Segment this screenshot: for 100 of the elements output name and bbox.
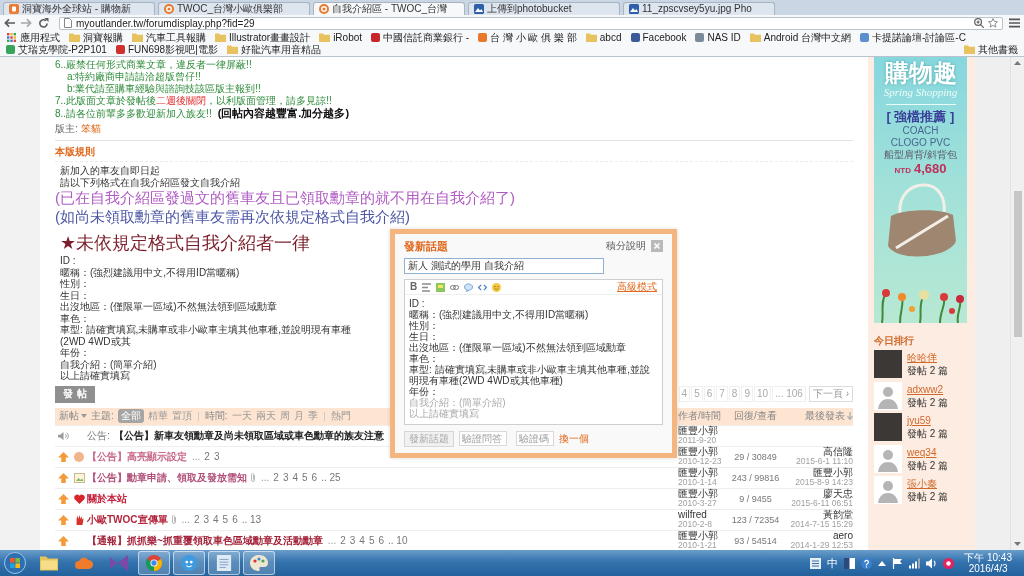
ime-indicator[interactable]: 中	[827, 557, 839, 569]
message-field[interactable]: ID : 暱稱：(強烈建議用中文,不得用ID當暱稱) 性別： 生日： 出沒地區：(僅限單一區域)不然無法領到區域勳章 車色： 車型: 請確實填寫,未購車或非小歐車主填其他車種,並說明現有車種(2WD 4WD或其他車種) 年份： 自我介紹：(簡單介紹) 以上請確實填寫	[405, 295, 662, 424]
code-icon[interactable]	[478, 282, 488, 292]
forward-icon[interactable]	[21, 18, 32, 28]
user-link[interactable]: weq34	[907, 445, 937, 459]
reload-icon[interactable]	[38, 18, 49, 28]
clock-date[interactable]: 2016/4/3	[968, 563, 1008, 574]
user-link[interactable]: adxww2	[907, 382, 944, 396]
user-link[interactable]: 張小秦	[907, 477, 937, 490]
bookmark[interactable]: Android 台灣中文網	[749, 31, 851, 44]
browser-tab[interactable]: 11_zpscvsey5yu.jpg Pho	[623, 2, 775, 15]
page-link[interactable]: 4	[292, 472, 299, 483]
bookmark[interactable]: NAS ID	[695, 31, 741, 44]
face-icon[interactable]	[180, 555, 198, 571]
page-link[interactable]: 2	[340, 535, 346, 546]
ribbon-icon[interactable]	[110, 555, 128, 571]
subject-field[interactable]: 新人 測試的學用 自我介紹	[404, 258, 604, 274]
refresh-captcha-link[interactable]: 換一個	[559, 431, 589, 446]
page-link[interactable]: 3	[349, 535, 356, 546]
page-link[interactable]: 2	[204, 451, 210, 462]
ad-banner[interactable]: 購物趣 Spring Shopping [ 強檔推薦 ] COACH CLOGO PVC 船型肩背/斜背包 NTD 4,680	[874, 57, 967, 323]
page-link[interactable]: 3	[203, 514, 209, 525]
filter-option[interactable]: 周	[279, 409, 290, 423]
page-link[interactable]: 2	[273, 472, 279, 483]
help-link[interactable]: 積分說明	[606, 239, 646, 253]
clock-time[interactable]: 下午 10:43	[964, 552, 1012, 563]
page-link[interactable]: 4	[213, 514, 219, 525]
bookmark[interactable]: 洞寶報購	[69, 31, 123, 44]
user-link[interactable]: 哈哈佯	[907, 351, 937, 364]
bookmark[interactable]: FUN698影視吧|電影	[115, 43, 218, 56]
color-swatch-icon[interactable]	[436, 282, 446, 292]
page-link[interactable]: 3	[282, 472, 289, 483]
cloud-icon[interactable]	[75, 555, 93, 571]
page-link[interactable]: 6	[378, 535, 384, 546]
filter-option[interactable]: 熱門	[330, 409, 351, 423]
browser-tab[interactable]: TWOC_台灣小歐俱樂部	[158, 2, 310, 15]
palette-icon[interactable]	[250, 555, 268, 571]
sort-column-header[interactable]: 最後發表	[805, 409, 853, 423]
menu-icon[interactable]	[1009, 18, 1020, 28]
bookmark[interactable]: iRobot	[319, 31, 363, 44]
thread-title-link[interactable]: 【公告】勳章申請、領取及發放需知	[87, 470, 247, 485]
last-poster-link[interactable]: 黃韵堂	[823, 510, 853, 520]
taskbar-button[interactable]	[208, 551, 240, 575]
link-icon[interactable]	[450, 282, 460, 292]
author-link[interactable]: 匯豐小郭	[678, 447, 718, 457]
volume-icon[interactable]	[926, 557, 938, 569]
filter-option[interactable]: 月	[293, 409, 304, 423]
page-link[interactable]: .. 13	[241, 514, 262, 525]
browser-tab[interactable]: 上傳到photobucket	[468, 2, 620, 15]
advanced-mode-link[interactable]: 高級模式	[617, 280, 657, 294]
bookmark[interactable]: 台 灣 小 歐 俱 樂 部	[478, 31, 577, 44]
page-link[interactable]: 6	[703, 386, 716, 402]
caret-up-icon[interactable]	[878, 560, 887, 566]
thread-title-link[interactable]: 【通報】抓抓樂~抓重覆領取車色區域勳章及活動勳章	[87, 533, 323, 548]
bookmark[interactable]: 卡提諾論壇-討論區-C	[860, 31, 966, 44]
moderator-link[interactable]: 笨貓	[80, 123, 101, 135]
scroll-up-icon[interactable]	[1014, 61, 1021, 65]
page-link[interactable]: 5	[368, 535, 375, 546]
page-link[interactable]: 4	[359, 535, 365, 546]
folder-icon[interactable]	[40, 555, 58, 571]
smiley-icon[interactable]	[492, 282, 502, 292]
answer-field[interactable]: 驗證問答	[459, 431, 507, 446]
author-link[interactable]: 匯豐小郭	[678, 531, 718, 541]
scrollbar-thumb[interactable]	[1013, 191, 1022, 337]
half-width-icon[interactable]	[844, 557, 856, 569]
author-link[interactable]: 匯豐小郭	[678, 468, 718, 478]
bold-button[interactable]: B	[410, 282, 418, 292]
author-link[interactable]: 匯豐小郭	[678, 489, 718, 499]
browser-tab[interactable]: 洞寶海外全球站 - 購物新	[3, 2, 155, 15]
star-icon[interactable]	[988, 18, 998, 28]
bookmark[interactable]: 中國信託商業銀行 -	[371, 31, 470, 44]
browser-icon[interactable]	[145, 555, 163, 571]
thread-title-link[interactable]: 關於本站	[87, 491, 127, 506]
author-link[interactable]: wilfred	[678, 510, 707, 520]
filter-option[interactable]: 季	[307, 409, 318, 423]
bookmark[interactable]: Illustrator畫畫設計	[215, 31, 311, 44]
thread-title-link[interactable]: 【公告】新車友領勳章及尚未領取區域或車色勳章的族友注意	[113, 428, 384, 443]
notepad-icon[interactable]	[215, 555, 233, 571]
filter-option[interactable]: 置頂	[171, 409, 192, 423]
taskbar-button[interactable]	[173, 551, 205, 575]
page-link[interactable]: 3	[213, 451, 220, 462]
start-button[interactable]	[4, 552, 26, 574]
taskbar-button[interactable]	[243, 551, 275, 575]
last-poster-link[interactable]: 廖天忠	[823, 489, 853, 499]
last-poster-link[interactable]: 高信隆	[823, 447, 853, 457]
bookmark[interactable]: 好龍汽車用音精品	[226, 43, 321, 56]
captcha-field[interactable]: 驗證碼	[516, 431, 554, 446]
text-lines-icon[interactable]	[422, 282, 432, 292]
taskbar-button[interactable]	[138, 551, 170, 575]
page-link[interactable]: .. 10	[388, 535, 408, 546]
post-button[interactable]: 發帖	[55, 385, 95, 403]
zoom-icon[interactable]	[974, 18, 984, 28]
thread-title-link[interactable]: 【公告】高亮顯示設定	[87, 449, 187, 464]
back-icon[interactable]	[4, 18, 15, 28]
thread-title-link[interactable]: 小歐TWOC宣傳單	[87, 512, 168, 527]
user-link[interactable]: jyu59	[907, 414, 931, 427]
bookmark[interactable]: abcd	[585, 31, 622, 44]
badge-icon[interactable]	[943, 557, 955, 569]
new-posts-filter[interactable]: 新帖	[59, 409, 87, 423]
last-poster-link[interactable]: aero	[833, 531, 853, 541]
